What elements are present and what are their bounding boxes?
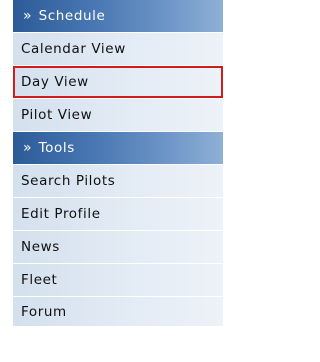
section-header-label: Schedule xyxy=(38,8,106,24)
section-header-schedule: » Schedule xyxy=(13,0,223,33)
menu-item-pilot-view[interactable]: Pilot View xyxy=(13,99,223,132)
double-chevron-right-icon: » xyxy=(23,140,32,156)
section-header-label: Tools xyxy=(38,140,75,156)
double-chevron-right-icon: » xyxy=(23,8,32,24)
menu-item-search-pilots[interactable]: Search Pilots xyxy=(13,165,223,198)
menu-item-calendar-view[interactable]: Calendar View xyxy=(13,33,223,66)
menu-item-forum[interactable]: Forum xyxy=(13,297,223,327)
section-header-tools: » Tools xyxy=(13,132,223,165)
sidebar-menu: » Schedule Calendar View Day View Pilot V… xyxy=(13,0,223,362)
menu-item-fleet[interactable]: Fleet xyxy=(13,264,223,297)
menu-item-edit-profile[interactable]: Edit Profile xyxy=(13,198,223,231)
menu-item-day-view[interactable]: Day View xyxy=(13,66,223,99)
menu-item-news[interactable]: News xyxy=(13,231,223,264)
